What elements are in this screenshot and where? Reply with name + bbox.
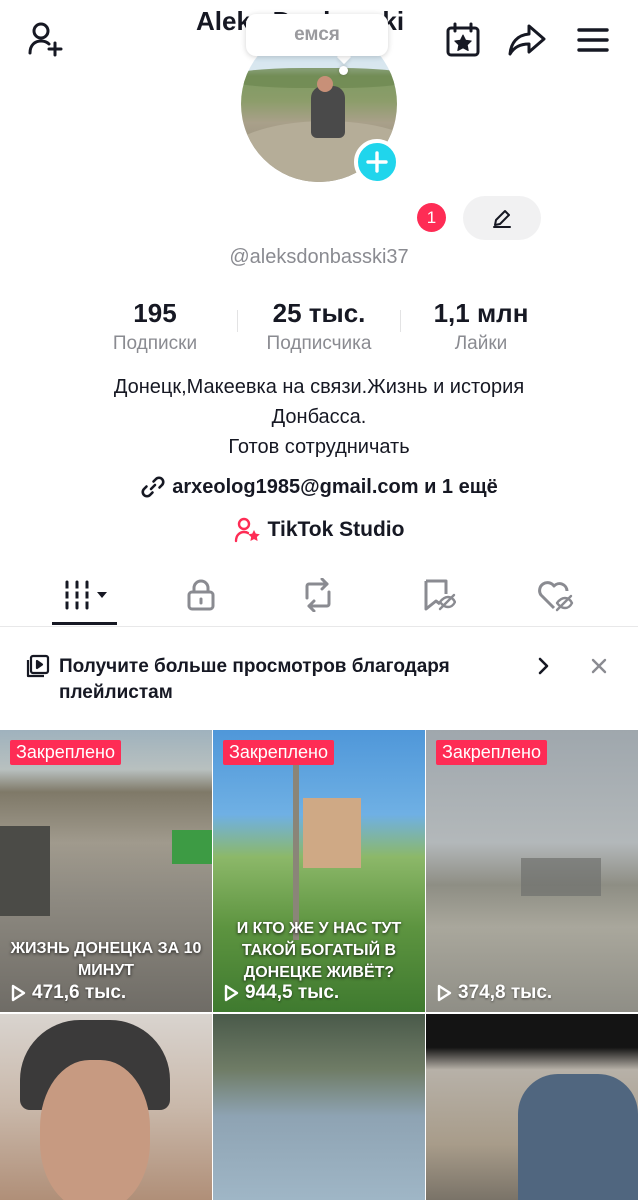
stat-likes-value: 1,1 млн [433,298,529,328]
repost-icon [305,578,331,612]
bookmark-hidden-icon [424,579,456,611]
stat-likes-label: Лайки [454,333,508,354]
profile-bio: Донецк,Макеевка на связи.Жизнь и история… [0,372,638,462]
active-tab-indicator [52,622,117,625]
tooltip-dot [339,66,348,75]
studio-label: TikTok Studio [267,518,405,541]
video-thumbnail[interactable]: Закреплено ЖИЗНЬ ДОНЕЦКА ЗА 10 МИНУТ 471… [0,730,212,1012]
link-icon [141,476,165,498]
share-icon[interactable] [504,18,550,62]
edit-profile-button[interactable] [463,196,541,240]
video-thumbnail[interactable] [213,1014,425,1200]
view-count-text: 944,5 тыс. [245,982,340,1003]
menu-icon[interactable] [570,18,616,62]
view-count-text: 471,6 тыс. [32,982,127,1003]
play-icon [437,984,452,1002]
videos-grid-icon [61,580,107,610]
promo-text: Получите больше просмотров благодаря пле… [59,656,450,703]
lock-icon [187,579,215,611]
tooltip-text: емся [294,24,340,45]
chevron-right-icon[interactable] [534,656,552,676]
playlist-promo-banner[interactable]: Получите больше просмотров благодаря пле… [0,628,638,730]
video-thumbnail[interactable] [426,1014,638,1200]
view-count: 944,5 тыс. [223,982,339,1004]
view-count: 374,8 тыс. [436,982,552,1004]
bio-line: Донбасса. [271,406,367,428]
add-friend-icon[interactable] [22,18,68,60]
story-tooltip: емся [246,14,388,56]
tab-saved[interactable] [383,565,493,625]
stat-followers-value: 25 тыс. [272,298,366,328]
play-icon [224,984,239,1002]
profile-link-text: arxeolog1985@gmail.com и 1 ещё [172,475,498,498]
pencil-icon [493,210,511,228]
video-grid: Закреплено ЖИЗНЬ ДОНЕЦКА ЗА 10 МИНУТ 471… [0,730,638,1200]
tab-liked[interactable] [500,565,610,625]
tab-private[interactable] [146,565,256,625]
video-caption-overlay: И КТО ЖЕ У НАС ТУТ ТАКОЙ БОГАТЫЙ В ДОНЕЦ… [236,920,402,981]
video-thumbnail[interactable] [0,1014,212,1200]
playlist-icon [26,654,50,678]
tiktok-studio-link[interactable]: TikTok Studio [0,515,638,545]
view-count: 471,6 тыс. [10,982,126,1004]
video-thumbnail[interactable]: Закреплено И КТО ЖЕ У НАС ТУТ ТАКОЙ БОГА… [213,730,425,1012]
profile-link[interactable]: arxeolog1985@gmail.com и 1 ещё [0,472,638,502]
bio-line: Готов сотрудничать [228,436,410,458]
play-icon [11,984,26,1002]
profile-handle: @aleksdonbasski37 [229,246,409,268]
tab-videos[interactable] [30,565,140,625]
heart-hidden-icon [538,581,574,612]
plus-icon [366,151,388,173]
close-icon[interactable] [590,657,608,675]
video-thumbnail[interactable]: Закреплено 374,8 тыс. [426,730,638,1012]
pinned-badge: Закреплено [223,740,334,765]
tab-reposts[interactable] [263,565,373,625]
bio-line: Донецк,Макеевка на связи.Жизнь и история [113,376,525,398]
stat-likes[interactable]: 1,1 млн Лайки [416,298,546,355]
stat-divider [400,310,401,332]
stat-following-label: Подписки [112,333,198,354]
add-story-button[interactable] [354,139,400,185]
pinned-badge: Закреплено [436,740,547,765]
studio-user-star-icon [234,517,260,543]
video-caption-overlay: ЖИЗНЬ ДОНЕЦКА ЗА 10 МИНУТ [10,940,202,979]
stat-following[interactable]: 195 Подписки [95,298,215,355]
stat-followers-label: Подписчика [266,333,372,354]
pinned-badge: Закреплено [10,740,121,765]
notification-badge[interactable]: 1 [417,203,446,232]
profile-tabs [0,565,638,627]
profile-stats: 195 Подписки 25 тыс. Подписчика 1,1 млн … [0,298,638,358]
view-count-text: 374,8 тыс. [458,982,553,1003]
stat-followers[interactable]: 25 тыс. Подписчика [250,298,388,355]
stat-following-value: 195 [133,298,177,328]
calendar-star-icon[interactable] [440,18,486,62]
stat-divider [237,310,238,332]
